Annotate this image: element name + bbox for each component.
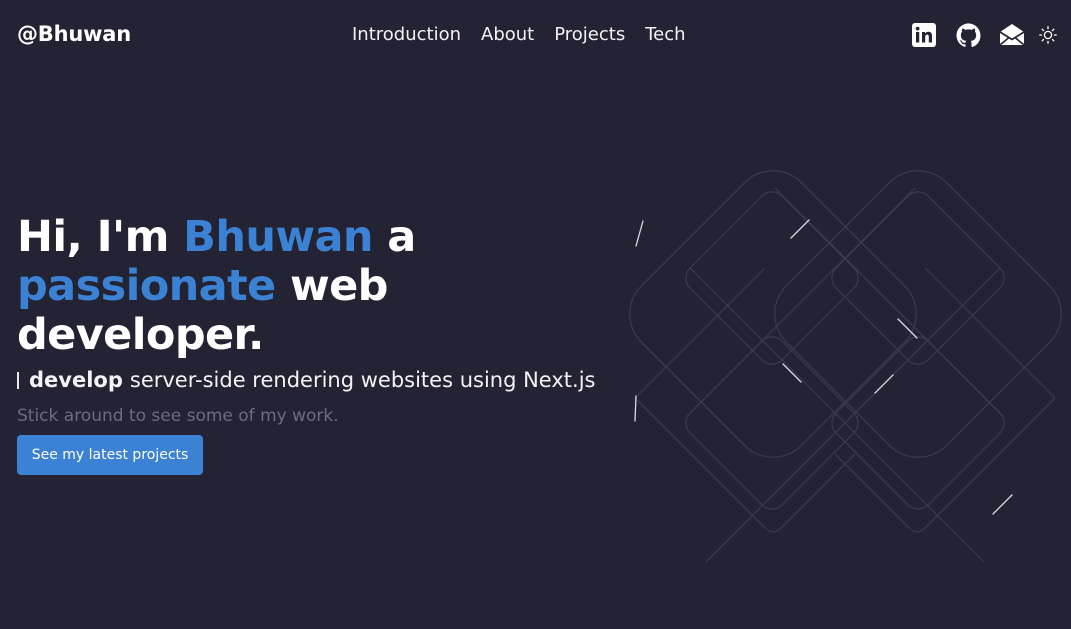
typing-line: develop server-side rendering websites u… (17, 366, 637, 394)
main-nav: Introduction About Projects Tech (352, 24, 706, 45)
linkedin-icon[interactable] (911, 22, 937, 48)
hero-title: Hi, I'm Bhuwan a passionate web developer… (17, 213, 637, 360)
mail-icon[interactable] (999, 22, 1025, 48)
typing-caret (17, 371, 19, 389)
site-header: @Bhuwan Introduction About Projects Tech (0, 0, 1071, 72)
background-pattern-art (629, 170, 1062, 562)
hero-title-intro: Hi, I'm (17, 212, 184, 262)
nav-projects[interactable]: Projects (554, 24, 625, 45)
nav-introduction[interactable]: Introduction (352, 24, 461, 45)
social-icons (893, 22, 1057, 48)
github-icon[interactable] (955, 22, 981, 48)
nav-about[interactable]: About (481, 24, 534, 45)
hero-title-connector: a (372, 212, 416, 262)
hero-title-accent: passionate (17, 261, 276, 311)
typing-text: server-side rendering websites using Nex… (129, 368, 596, 392)
typing-verb: develop (29, 368, 123, 392)
hero-subtitle: Stick around to see some of my work. (17, 406, 339, 426)
hero-title-name: Bhuwan (183, 212, 373, 262)
nav-tech[interactable]: Tech (645, 24, 685, 45)
see-projects-button[interactable]: See my latest projects (17, 435, 203, 475)
sun-icon[interactable] (1039, 26, 1057, 44)
brand-logo[interactable]: @Bhuwan (17, 22, 131, 46)
hero-section: Hi, I'm Bhuwan a passionate web developer… (17, 213, 637, 426)
